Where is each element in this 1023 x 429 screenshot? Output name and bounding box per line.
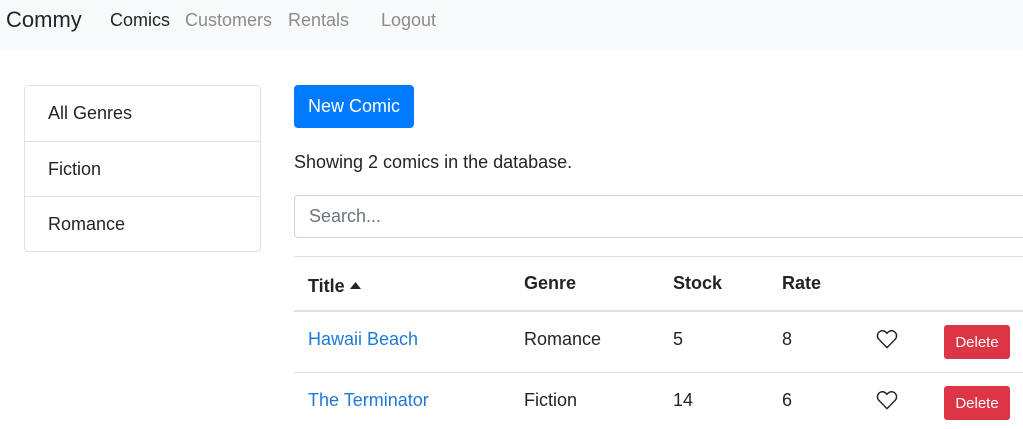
- genre-item-romance[interactable]: Romance: [25, 196, 260, 251]
- caret-up-icon: [349, 273, 361, 294]
- genre-item-fiction[interactable]: Fiction: [25, 141, 260, 196]
- comic-title-link[interactable]: Hawaii Beach: [308, 329, 418, 349]
- nav-link-comics[interactable]: Comics: [110, 10, 170, 31]
- heart-icon[interactable]: [876, 390, 898, 410]
- comic-genre: Romance: [524, 329, 602, 349]
- nav-link-logout[interactable]: Logout: [381, 10, 436, 31]
- table-header-border: [294, 310, 1023, 312]
- table-row-border: [294, 372, 1023, 373]
- table-row: The Terminator: [308, 390, 429, 411]
- comic-rate: 6: [782, 390, 793, 410]
- table-row: Hawaii Beach: [308, 329, 418, 350]
- delete-button[interactable]: Delete: [944, 325, 1010, 359]
- comic-stock: 14: [673, 390, 694, 410]
- header-stock[interactable]: Stock: [673, 273, 722, 294]
- header-title-label: Title: [308, 276, 345, 296]
- nav-link-customers[interactable]: Customers: [185, 10, 272, 31]
- delete-button[interactable]: Delete: [944, 386, 1010, 420]
- comic-title-link[interactable]: The Terminator: [308, 390, 429, 410]
- nav-link-rentals[interactable]: Rentals: [288, 10, 349, 31]
- header-genre[interactable]: Genre: [524, 273, 576, 294]
- comic-genre: Fiction: [524, 390, 578, 410]
- navbar: Commy Comics Customers Rentals Logout: [0, 0, 1023, 50]
- search-input[interactable]: [294, 195, 1023, 238]
- table-top-border: [294, 256, 1023, 257]
- comic-rate: 8: [782, 329, 793, 349]
- heart-icon[interactable]: [876, 329, 898, 349]
- header-title[interactable]: Title: [308, 273, 361, 297]
- comic-stock: 5: [673, 329, 684, 349]
- genre-item-all[interactable]: All Genres: [25, 86, 260, 141]
- header-rate[interactable]: Rate: [782, 273, 821, 294]
- brand-logo[interactable]: Commy: [6, 7, 82, 33]
- genre-list: All Genres Fiction Romance: [24, 85, 261, 252]
- new-comic-button[interactable]: New Comic: [294, 85, 414, 128]
- comics-count-text: Showing 2 comics in the database.: [294, 152, 573, 172]
